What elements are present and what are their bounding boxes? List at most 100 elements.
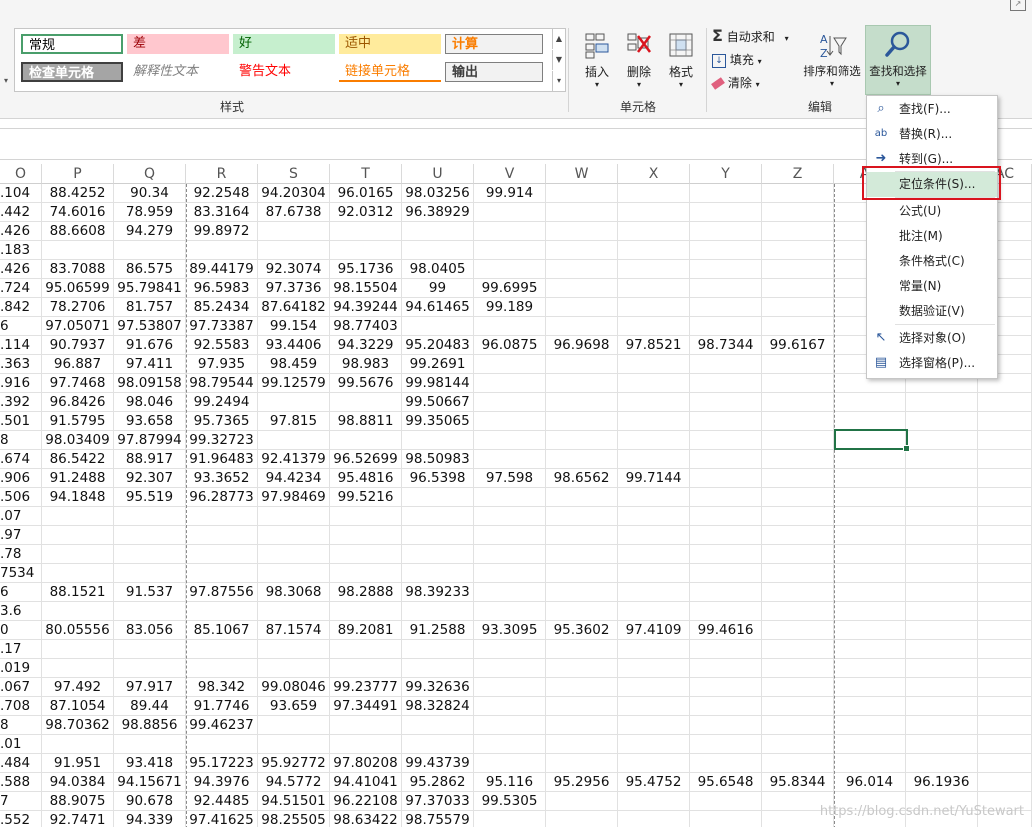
table-cell[interactable] xyxy=(762,735,834,754)
table-cell[interactable]: 89.44179 xyxy=(186,260,258,279)
table-cell[interactable] xyxy=(114,640,186,659)
table-cell[interactable] xyxy=(402,564,474,583)
table-cell[interactable] xyxy=(546,317,618,336)
cell-style-4[interactable]: 计算 xyxy=(445,34,543,54)
table-cell[interactable] xyxy=(906,640,978,659)
table-cell[interactable] xyxy=(762,374,834,393)
table-cell[interactable]: 94.1848 xyxy=(42,488,114,507)
table-cell[interactable] xyxy=(474,260,546,279)
table-cell[interactable]: 95.92772 xyxy=(258,754,330,773)
table-cell[interactable]: 97.34491 xyxy=(330,697,402,716)
table-cell[interactable] xyxy=(546,260,618,279)
column-header[interactable]: W xyxy=(546,164,618,184)
table-cell[interactable] xyxy=(42,602,114,621)
table-cell[interactable]: .183 xyxy=(0,241,42,260)
table-cell[interactable]: 93.4406 xyxy=(258,336,330,355)
table-cell[interactable]: 97.53807 xyxy=(114,317,186,336)
table-cell[interactable] xyxy=(402,602,474,621)
table-cell[interactable]: 99 xyxy=(402,279,474,298)
table-cell[interactable] xyxy=(690,526,762,545)
table-cell[interactable]: 97.37033 xyxy=(402,792,474,811)
table-cell[interactable] xyxy=(690,545,762,564)
table-cell[interactable]: 83.3164 xyxy=(186,203,258,222)
table-cell[interactable] xyxy=(762,412,834,431)
table-cell[interactable]: 95.116 xyxy=(474,773,546,792)
table-cell[interactable] xyxy=(330,659,402,678)
table-cell[interactable]: 97.87556 xyxy=(186,583,258,602)
table-cell[interactable]: 98.63422 xyxy=(330,811,402,827)
cell-style-5[interactable]: 检查单元格 xyxy=(21,62,123,82)
table-cell[interactable]: 97.4109 xyxy=(618,621,690,640)
table-cell[interactable] xyxy=(690,374,762,393)
table-cell[interactable] xyxy=(618,431,690,450)
table-cell[interactable] xyxy=(474,507,546,526)
table-cell[interactable]: 88.4252 xyxy=(42,184,114,203)
table-cell[interactable]: 86.575 xyxy=(114,260,186,279)
table-cell[interactable]: 95.20483 xyxy=(402,336,474,355)
table-cell[interactable] xyxy=(690,659,762,678)
table-cell[interactable]: 92.307 xyxy=(114,469,186,488)
table-cell[interactable] xyxy=(330,526,402,545)
table-cell[interactable] xyxy=(978,507,1032,526)
table-cell[interactable] xyxy=(402,640,474,659)
active-cell-selection[interactable] xyxy=(834,429,910,452)
table-cell[interactable]: 97.05071 xyxy=(42,317,114,336)
table-cell[interactable] xyxy=(762,298,834,317)
table-cell[interactable]: 99.2691 xyxy=(402,355,474,374)
insert-button[interactable]: 插入 ▾ xyxy=(578,30,616,89)
table-cell[interactable]: 94.3229 xyxy=(330,336,402,355)
table-cell[interactable]: 98.77403 xyxy=(330,317,402,336)
gallery-more[interactable]: ▾ xyxy=(552,71,565,91)
table-cell[interactable] xyxy=(546,488,618,507)
gallery-scroll-up[interactable]: ▲ xyxy=(552,29,565,49)
table-cell[interactable] xyxy=(42,507,114,526)
table-cell[interactable]: .104 xyxy=(0,184,42,203)
table-cell[interactable]: 99.6167 xyxy=(762,336,834,355)
table-cell[interactable] xyxy=(402,488,474,507)
table-cell[interactable]: 99.50667 xyxy=(402,393,474,412)
column-header[interactable]: U xyxy=(402,164,474,184)
table-cell[interactable]: 96.5398 xyxy=(402,469,474,488)
table-cell[interactable] xyxy=(546,279,618,298)
table-cell[interactable]: 97.7468 xyxy=(42,374,114,393)
table-cell[interactable] xyxy=(762,393,834,412)
table-cell[interactable] xyxy=(258,735,330,754)
table-cell[interactable] xyxy=(906,507,978,526)
table-cell[interactable] xyxy=(258,222,330,241)
table-cell[interactable] xyxy=(690,317,762,336)
cell-style-9[interactable]: 输出 xyxy=(445,62,543,82)
table-cell[interactable] xyxy=(258,716,330,735)
table-cell[interactable] xyxy=(546,564,618,583)
table-cell[interactable] xyxy=(762,355,834,374)
table-cell[interactable] xyxy=(618,564,690,583)
table-cell[interactable] xyxy=(906,716,978,735)
table-cell[interactable] xyxy=(546,716,618,735)
table-cell[interactable]: 0 xyxy=(0,621,42,640)
menu-item-8[interactable]: 数据验证(V) xyxy=(867,299,997,324)
table-cell[interactable] xyxy=(402,526,474,545)
table-cell[interactable] xyxy=(690,450,762,469)
table-cell[interactable]: 7 xyxy=(0,792,42,811)
table-cell[interactable] xyxy=(330,241,402,260)
table-cell[interactable]: 96.52699 xyxy=(330,450,402,469)
table-cell[interactable] xyxy=(618,241,690,260)
table-cell[interactable] xyxy=(690,678,762,697)
table-cell[interactable]: 96.9698 xyxy=(546,336,618,355)
table-cell[interactable] xyxy=(690,507,762,526)
table-cell[interactable]: .916 xyxy=(0,374,42,393)
table-cell[interactable]: 95.4752 xyxy=(618,773,690,792)
table-cell[interactable]: 94.15671 xyxy=(114,773,186,792)
table-cell[interactable] xyxy=(834,545,906,564)
table-cell[interactable]: 7534 xyxy=(0,564,42,583)
table-cell[interactable] xyxy=(258,545,330,564)
table-cell[interactable] xyxy=(618,716,690,735)
table-cell[interactable] xyxy=(690,222,762,241)
format-button[interactable]: 格式 ▾ xyxy=(662,30,700,89)
table-cell[interactable]: 94.20304 xyxy=(258,184,330,203)
table-cell[interactable] xyxy=(546,298,618,317)
table-cell[interactable] xyxy=(474,754,546,773)
table-cell[interactable] xyxy=(762,621,834,640)
table-cell[interactable]: 95.8344 xyxy=(762,773,834,792)
table-cell[interactable]: 96.0875 xyxy=(474,336,546,355)
table-cell[interactable] xyxy=(546,583,618,602)
